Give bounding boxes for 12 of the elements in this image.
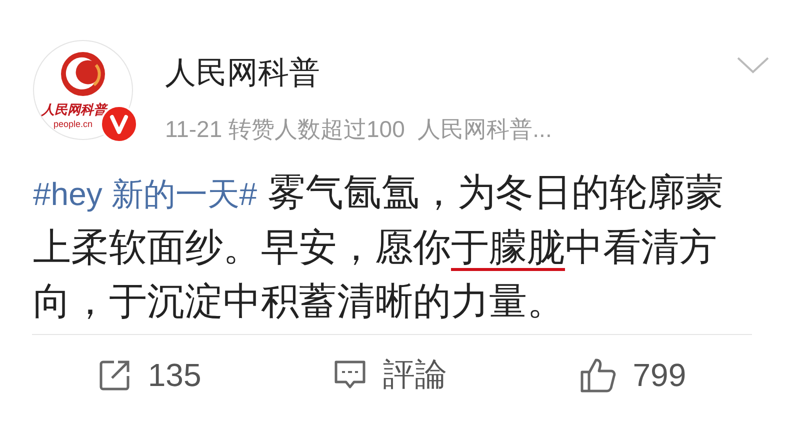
post-meta: 11-21 转赞人数超过100 人民网科普... bbox=[165, 115, 553, 144]
logo-text: 人民网科普 bbox=[42, 102, 106, 119]
thumbs-up-icon bbox=[578, 356, 617, 394]
like-button[interactable]: 799 bbox=[578, 356, 686, 394]
repost-button[interactable]: 135 bbox=[98, 356, 202, 394]
post-text: #hey 新的一天# 雾气氤氲，为冬日的轮廓蒙上柔软面纱。早安，愿你于朦胧中看清方向，于沉淀中积蓄清晰的力量。 bbox=[33, 171, 725, 325]
author-name[interactable]: 人民网科普 bbox=[165, 52, 770, 94]
comment-button[interactable]: 評論 bbox=[332, 353, 447, 397]
logo-subtext: people.cn bbox=[53, 119, 93, 129]
chevron-down-icon[interactable] bbox=[736, 56, 770, 74]
logo-icon bbox=[58, 51, 108, 97]
share-icon bbox=[98, 358, 132, 392]
